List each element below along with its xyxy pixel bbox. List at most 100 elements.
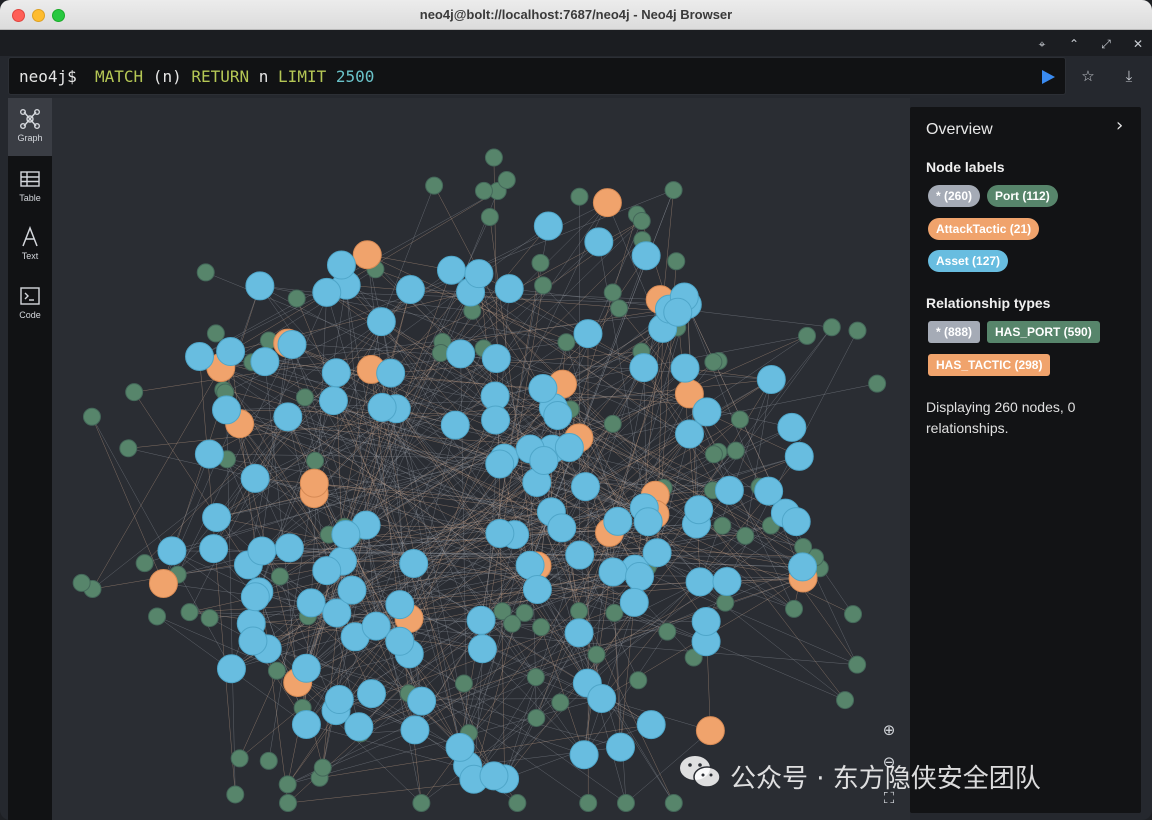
asset-node[interactable] [570,472,600,502]
port-node[interactable] [551,693,570,712]
port-node[interactable] [616,794,635,812]
asset-node[interactable] [238,626,268,656]
port-node[interactable] [508,794,527,812]
asset-node[interactable] [202,502,232,532]
graph-visualization[interactable] [52,98,910,820]
port-node[interactable] [503,614,522,633]
asset-node[interactable] [564,618,594,648]
rel-type-all[interactable]: * (888) [928,321,981,343]
asset-node[interactable] [692,397,722,427]
zoom-in-icon[interactable]: ⊕ [876,717,902,743]
asset-node[interactable] [485,449,515,479]
port-node[interactable] [664,794,683,812]
asset-node[interactable] [296,588,326,618]
asset-node[interactable] [385,590,415,620]
rel-type-has-port[interactable]: HAS_PORT (590) [987,321,1100,343]
asset-node[interactable] [569,740,599,770]
asset-node[interactable] [250,347,280,377]
asset-node[interactable] [440,410,470,440]
asset-node[interactable] [533,211,563,241]
port-node[interactable] [610,299,629,318]
asset-node[interactable] [788,552,818,582]
port-node[interactable] [180,603,199,622]
relationship-edge[interactable] [620,190,674,748]
asset-node[interactable] [777,412,807,442]
asset-node[interactable] [481,405,511,435]
asset-node[interactable] [529,446,559,476]
port-node[interactable] [798,326,817,345]
asset-node[interactable] [312,277,342,307]
asset-node[interactable] [216,654,246,684]
query-editor[interactable]: neo4j$ MATCH (n) RETURN n LIMIT 2500 [8,57,1066,95]
attacktactic-node[interactable] [299,468,329,498]
asset-node[interactable] [494,274,524,304]
port-node[interactable] [848,321,867,340]
asset-node[interactable] [185,341,215,371]
port-node[interactable] [206,324,225,343]
port-node[interactable] [726,441,745,460]
attacktactic-node[interactable] [352,240,382,270]
asset-node[interactable] [312,556,342,586]
asset-node[interactable] [274,533,304,563]
asset-node[interactable] [385,626,415,656]
port-node[interactable] [868,374,887,393]
asset-node[interactable] [670,353,700,383]
port-node[interactable] [844,605,863,624]
asset-node[interactable] [784,441,814,471]
port-node[interactable] [72,573,91,592]
port-node[interactable] [135,554,154,573]
port-node[interactable] [278,794,297,812]
port-node[interactable] [295,388,314,407]
port-node[interactable] [534,276,553,295]
relationship-edge[interactable] [745,379,772,536]
asset-node[interactable] [684,495,714,525]
port-node[interactable] [306,451,325,470]
attacktactic-node[interactable] [148,569,178,599]
asset-node[interactable] [247,536,277,566]
port-node[interactable] [822,318,841,337]
pin-icon[interactable]: ⌖ [1034,36,1050,52]
asset-node[interactable] [324,685,354,715]
asset-node[interactable] [547,513,577,543]
asset-node[interactable] [211,395,241,425]
port-node[interactable] [557,333,576,352]
asset-node[interactable] [625,561,655,591]
port-node[interactable] [603,283,622,302]
port-node[interactable] [484,148,503,167]
query-text[interactable]: MATCH (n) RETURN n LIMIT 2500 [95,67,374,86]
asset-node[interactable] [318,386,348,416]
asset-node[interactable] [663,297,693,327]
asset-node[interactable] [376,358,406,388]
asset-node[interactable] [245,271,275,301]
download-icon[interactable]: ⤓ [1119,66,1139,86]
asset-node[interactable] [631,241,661,271]
run-query-button[interactable] [1039,68,1057,86]
port-node[interactable] [526,668,545,687]
port-node[interactable] [200,609,219,628]
asset-node[interactable] [603,506,633,536]
port-node[interactable] [658,622,677,641]
port-node[interactable] [713,516,732,535]
asset-node[interactable] [240,582,270,612]
asset-node[interactable] [636,710,666,740]
port-node[interactable] [848,655,867,674]
asset-node[interactable] [400,715,430,745]
asset-node[interactable] [467,634,497,664]
port-node[interactable] [226,785,245,804]
asset-node[interactable] [565,540,595,570]
asset-node[interactable] [464,259,494,289]
asset-node[interactable] [685,567,715,597]
asset-node[interactable] [326,250,356,280]
port-node[interactable] [278,775,297,794]
port-node[interactable] [532,618,551,637]
asset-node[interactable] [584,227,614,257]
graph-canvas[interactable] [52,98,910,820]
node-label-asset[interactable]: Asset (127) [928,250,1009,272]
view-code-button[interactable]: Code [8,275,52,333]
relationship-edge[interactable] [209,453,505,459]
asset-node[interactable] [485,518,515,548]
asset-node[interactable] [446,339,476,369]
port-node[interactable] [474,181,493,200]
collapse-panel-icon[interactable]: › [1116,115,1123,136]
rel-type-has-tactic[interactable]: HAS_TACTIC (298) [928,354,1051,376]
